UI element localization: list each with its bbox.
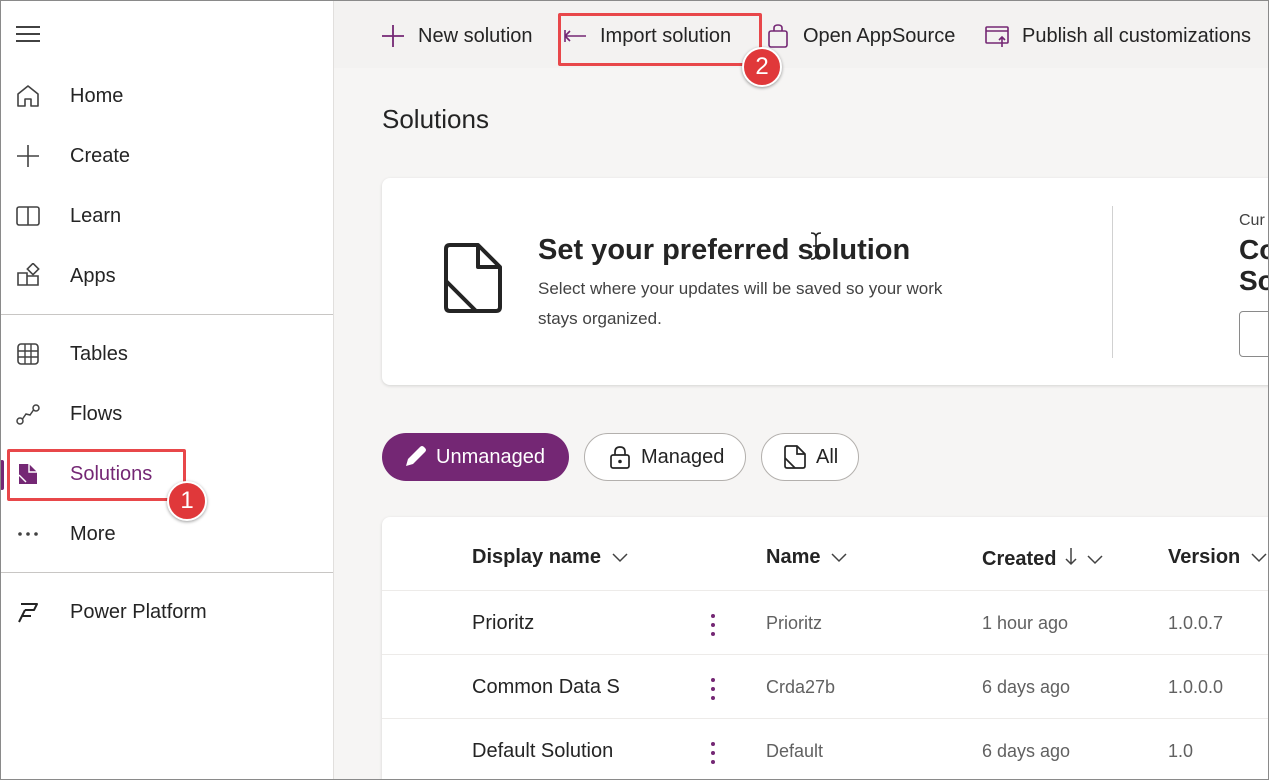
home-icon (14, 82, 42, 110)
open-appsource-button[interactable]: Open AppSource (765, 22, 955, 50)
filter-label: Managed (641, 445, 725, 468)
highlight-box-solutions (7, 449, 186, 501)
nav-item-label: More (70, 522, 116, 545)
nav-item-label: Home (70, 84, 124, 107)
filter-label: All (816, 445, 839, 468)
solution-folder-icon (442, 243, 504, 320)
cell-created: 6 days ago (982, 741, 1071, 761)
cell-created: 6 days ago (982, 677, 1071, 697)
apps-icon (14, 262, 42, 290)
more-options-icon[interactable] (703, 676, 723, 702)
left-navigation: Home Create Learn Apps Tables Flows Solu… (0, 0, 334, 780)
highlight-box-import (558, 13, 762, 66)
cell-name: Default (766, 741, 824, 761)
nav-item-learn[interactable]: Learn (0, 192, 333, 240)
current-solution-name-line1: Co (1239, 234, 1269, 265)
cell-version: 1.0 (1168, 741, 1194, 761)
column-header-label: Name (766, 546, 821, 568)
current-solution-name-line2: So (1239, 265, 1269, 296)
nav-item-apps[interactable]: Apps (0, 252, 333, 300)
book-icon (14, 202, 42, 230)
nav-item-power-platform[interactable]: Power Platform (0, 588, 333, 636)
filter-all[interactable]: All (761, 433, 859, 481)
column-header-name[interactable]: Name (766, 546, 848, 569)
column-header-created[interactable]: Created (982, 546, 1104, 572)
plus-icon (14, 142, 42, 170)
new-solution-label: New solution (418, 24, 533, 47)
sort-descending-icon (1064, 546, 1078, 572)
publish-icon (984, 23, 1010, 49)
column-header-label: Created (982, 547, 1057, 570)
preferred-solution-dropdown[interactable] (1239, 311, 1269, 357)
cell-name: Prioritz (766, 613, 823, 633)
page-title: Solutions (382, 104, 489, 134)
nav-item-label: Tables (70, 342, 128, 365)
column-header-version[interactable]: Version (1168, 546, 1268, 569)
publish-all-label: Publish all customizations (1022, 24, 1251, 47)
chevron-down-icon (830, 546, 848, 569)
power-platform-icon (14, 598, 42, 626)
more-options-icon[interactable] (703, 612, 723, 638)
current-solution-label: Cur (1239, 212, 1265, 229)
nav-item-more[interactable]: More (0, 510, 333, 558)
row-separator (382, 718, 1269, 719)
filter-managed[interactable]: Managed (584, 433, 746, 481)
filter-label: Unmanaged (436, 445, 545, 468)
shopping-bag-icon (765, 23, 791, 49)
table-icon (14, 340, 42, 368)
column-header-label: Version (1168, 546, 1241, 568)
nav-item-label: Learn (70, 204, 122, 227)
preferred-solution-description: Select where your updates will be saved … (538, 279, 943, 328)
current-solution-name: Co So (1239, 234, 1269, 296)
preferred-solution-title: Set your preferred solution (538, 234, 911, 266)
card-divider (1112, 206, 1113, 358)
nav-item-label: Flows (70, 402, 123, 425)
new-solution-button[interactable]: New solution (380, 22, 533, 50)
more-options-icon[interactable] (703, 740, 723, 766)
cell-name: Crda27b (766, 677, 836, 697)
solution-folder-icon (782, 444, 808, 470)
text-cursor-icon (809, 231, 823, 266)
column-header-display-name[interactable]: Display name (472, 546, 629, 569)
step-badge-2: 2 (742, 47, 782, 87)
nav-item-flows[interactable]: Flows (0, 390, 333, 438)
nav-item-label: Power Platform (70, 600, 207, 623)
chevron-down-icon (1086, 548, 1104, 571)
plus-icon (380, 23, 406, 49)
open-appsource-label: Open AppSource (803, 24, 956, 47)
nav-item-home[interactable]: Home (0, 72, 333, 120)
cell-display-name[interactable]: Common Data S (472, 676, 624, 699)
cell-display-name[interactable]: Prioritz (472, 612, 672, 635)
nav-item-tables[interactable]: Tables (0, 330, 333, 378)
nav-item-label: Apps (70, 264, 116, 287)
chevron-down-icon (1250, 546, 1268, 569)
column-header-label: Display name (472, 546, 601, 568)
row-separator (382, 654, 1269, 655)
nav-item-create[interactable]: Create (0, 132, 333, 180)
nav-divider (0, 572, 333, 573)
cell-version: 1.0.0.7 (1168, 613, 1224, 633)
chevron-down-icon (611, 546, 629, 569)
step-badge-1: 1 (167, 481, 207, 521)
cell-display-name[interactable]: Default Solution (472, 740, 672, 763)
publish-all-button[interactable]: Publish all customizations (984, 22, 1251, 50)
cell-created: 1 hour ago (982, 613, 1069, 633)
header-separator (382, 590, 1269, 591)
nav-item-label: Create (70, 144, 131, 167)
pencil-icon (402, 444, 428, 470)
more-icon (14, 520, 42, 548)
lock-icon (607, 444, 633, 470)
filter-unmanaged[interactable]: Unmanaged (382, 433, 569, 481)
nav-divider (0, 314, 333, 315)
cell-version: 1.0.0.0 (1168, 677, 1224, 697)
flow-icon (14, 400, 42, 428)
hamburger-menu-icon[interactable] (14, 22, 42, 46)
